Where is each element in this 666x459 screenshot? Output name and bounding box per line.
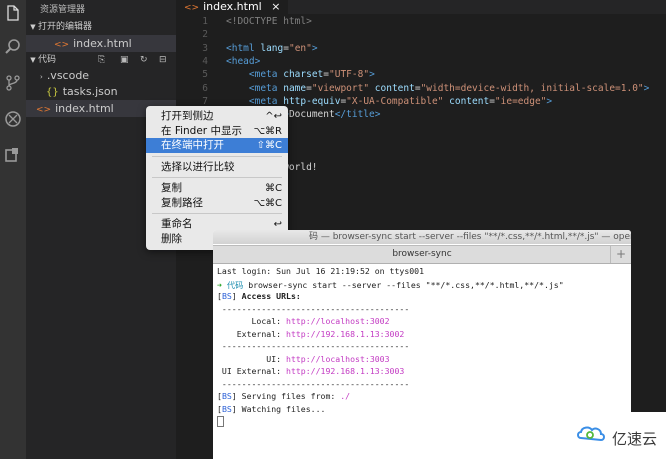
menu-item-label: 打开到侧边 — [161, 110, 214, 122]
chevron-right-icon: › — [40, 73, 43, 81]
terminal-line: -------------------------------------- — [217, 341, 410, 351]
extensions-icon[interactable] — [3, 146, 23, 166]
line-number: 6 — [202, 82, 208, 94]
menu-item-label: 复制 — [161, 182, 182, 194]
terminal-line: -------------------------------------- — [217, 303, 410, 314]
terminal-line: -------------------------------------- — [217, 378, 410, 389]
new-tab-button[interactable]: + — [610, 246, 631, 263]
menu-item-shortcut: ⌥⌘C — [253, 197, 282, 209]
folder-section[interactable]: ▼ 代码 ⎘ ▣ ↻ ⊟ — [26, 53, 176, 68]
terminal-line — [217, 416, 224, 427]
tab-index-html[interactable]: <> index.html × — [176, 0, 289, 14]
menu-item[interactable]: 在 Finder 中显示 ⌥⌘R — [146, 124, 288, 139]
new-folder-icon[interactable]: ▣ — [120, 53, 129, 68]
menu-item[interactable]: 打开到侧边 ^↩ — [146, 109, 288, 124]
code-line: <head> — [226, 55, 261, 67]
chevron-down-icon: ▼ — [30, 56, 36, 64]
close-icon[interactable]: × — [271, 0, 280, 13]
terminal-line: UI: http://localhost:3003 — [217, 353, 390, 364]
open-editors-label: 打开的编辑器 — [38, 22, 93, 32]
line-number: 2 — [202, 29, 208, 41]
menu-item-label: 在终端中打开 — [161, 139, 224, 151]
menu-item-shortcut: ^↩ — [265, 111, 282, 122]
menu-separator — [152, 213, 282, 214]
context-menu: 打开到侧边 ^↩ 在 Finder 中显示 ⌥⌘R 在终端中打开 ⇧⌘C 选择以进行比较 复制… — [146, 106, 288, 250]
menu-item-shortcut: ⌘C — [265, 183, 282, 194]
menu-item-shortcut: ⌥⌘R — [253, 125, 282, 137]
menu-item-shortcut: ⇧⌘C — [256, 140, 282, 151]
terminal-line: External: http://192.168.1.13:3002 — [217, 328, 405, 339]
code-line: <meta name="viewport" content="width=dev… — [248, 82, 650, 94]
terminal-title-bar: 码 — browser-sync start --server --files … — [213, 230, 631, 244]
menu-item-label: 删除 — [161, 232, 182, 245]
terminal-line: [BS] Watching files... — [217, 403, 326, 414]
terminal-tab[interactable]: browser-sync + — [213, 245, 631, 264]
collapse-icon[interactable]: ⊟ — [159, 53, 167, 68]
menu-item-label: 选择以进行比较 — [161, 160, 235, 173]
code-line: <!DOCTYPE html> — [226, 16, 312, 27]
terminal-line: [BS] Serving files from: ./ — [217, 391, 351, 401]
tree-item-tasks-json[interactable]: {} tasks.json — [26, 83, 176, 100]
line-number: 5 — [202, 69, 208, 81]
terminal-line: Local: http://localhost:3002 — [217, 316, 390, 326]
line-number: 3 — [202, 42, 208, 54]
watermark-text: 亿速云 — [612, 430, 658, 448]
open-editor-name: index.html — [73, 37, 132, 50]
menu-item-label: 复制路径 — [161, 196, 203, 209]
files-icon[interactable] — [3, 4, 23, 24]
html-file-icon: <> — [54, 40, 70, 50]
open-editor-item[interactable]: <> index.html — [26, 35, 176, 52]
tree-item-vscode[interactable]: › .vscode — [26, 67, 176, 84]
tab-bar: <> index.html × — [176, 0, 666, 14]
menu-item[interactable]: 在终端中打开 ⇧⌘C — [146, 138, 288, 153]
terminal-line: Last login: Sun Jul 16 21:19:52 on ttys0… — [217, 266, 425, 276]
menu-separator — [152, 177, 282, 178]
source-control-icon[interactable] — [3, 74, 23, 94]
menu-item-label: 重命名 — [161, 218, 193, 230]
tree-item-label: .vscode — [46, 69, 90, 82]
menu-item[interactable]: 复制路径 ⌥⌘C — [146, 196, 288, 211]
json-file-icon: {} — [46, 87, 59, 98]
cloud-logo-icon — [577, 426, 605, 442]
terminal-line: [BS] Access URLs: — [217, 291, 301, 301]
menu-item-label: 在 Finder 中显示 — [161, 124, 242, 137]
terminal-tab-label: browser-sync — [392, 249, 452, 259]
terminal-line: ➜ 代码 browser-sync start --server --files… — [217, 279, 564, 290]
new-file-icon[interactable]: ⎘ — [98, 53, 105, 68]
open-editors-section[interactable]: ▼ 打开的编辑器 — [26, 20, 176, 35]
terminal-window-title: 码 — browser-sync start --server --files … — [309, 232, 631, 242]
search-icon[interactable] — [3, 38, 23, 58]
activity-bar — [0, 0, 26, 459]
line-number: 4 — [202, 55, 208, 67]
html-file-icon: <> — [36, 105, 52, 115]
refresh-icon[interactable]: ↻ — [140, 53, 148, 68]
line-number: 1 — [202, 16, 208, 27]
tree-item-label: index.html — [55, 102, 114, 115]
folder-label: 代码 — [38, 55, 57, 65]
menu-item[interactable]: 复制 ⌘C — [146, 181, 288, 196]
sidebar-title: 资源管理器 — [40, 5, 86, 15]
code-line: <html lang="en"> — [226, 42, 318, 54]
tree-item-label: tasks.json — [62, 85, 118, 98]
html-file-icon: <> — [184, 3, 200, 13]
code-line: <meta charset="UTF-8"> — [248, 69, 375, 81]
terminal-line: UI External: http://192.168.1.13:3003 — [217, 366, 405, 376]
menu-separator — [152, 155, 282, 157]
debug-icon[interactable] — [3, 110, 23, 130]
chevron-down-icon: ▼ — [30, 23, 36, 31]
menu-item[interactable]: 选择以进行比较 — [146, 160, 288, 175]
tab-label: index.html — [203, 0, 262, 13]
